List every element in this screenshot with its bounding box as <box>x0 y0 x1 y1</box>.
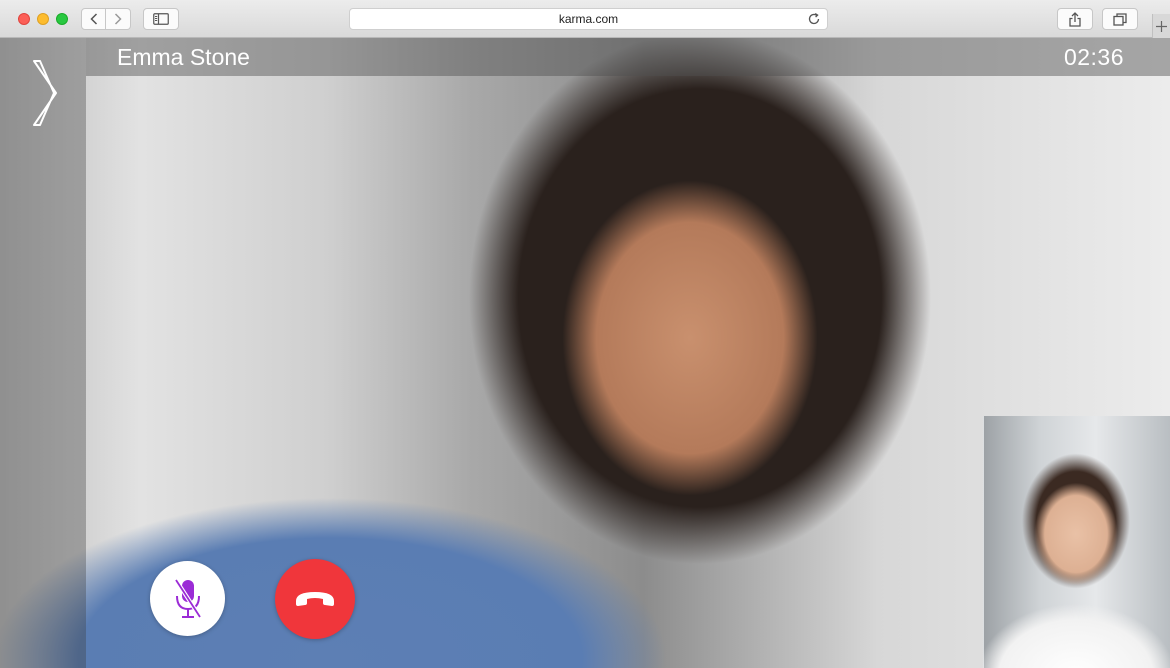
show-tabs-button[interactable] <box>1102 8 1138 30</box>
address-bar[interactable]: karma.com <box>349 8 828 30</box>
forward-button[interactable] <box>106 8 131 30</box>
chevron-right-icon <box>114 13 122 25</box>
chevron-left-icon <box>89 13 97 25</box>
close-window-button[interactable] <box>18 13 30 25</box>
minimize-window-button[interactable] <box>37 13 49 25</box>
side-panel-rail <box>0 38 86 668</box>
call-duration: 02:36 <box>1063 44 1124 70</box>
sidebar-icon <box>153 13 169 25</box>
zoom-window-button[interactable] <box>56 13 68 25</box>
url-text: karma.com <box>558 12 619 26</box>
end-call-button[interactable] <box>275 559 355 639</box>
plus-icon <box>1156 20 1167 32</box>
chevron-right-icon[interactable] <box>30 60 60 126</box>
reload-icon[interactable] <box>807 12 821 26</box>
mute-microphone-button[interactable] <box>150 561 225 636</box>
self-view-video[interactable] <box>983 416 1170 668</box>
navigation-buttons <box>81 8 132 30</box>
remote-video-feed: Emma Stone 02:36 <box>0 38 1170 668</box>
microphone-muted-icon <box>173 578 202 618</box>
tabs-icon <box>1113 12 1127 26</box>
share-icon <box>1069 11 1081 27</box>
phone-hangup-icon <box>296 592 334 606</box>
back-button[interactable] <box>81 8 106 30</box>
new-tab-button[interactable] <box>1152 14 1170 38</box>
browser-toolbar: karma.com <box>0 0 1170 38</box>
share-button[interactable] <box>1057 8 1093 30</box>
sidebar-toggle-button[interactable] <box>143 8 179 30</box>
caller-name: Emma Stone <box>117 44 250 70</box>
